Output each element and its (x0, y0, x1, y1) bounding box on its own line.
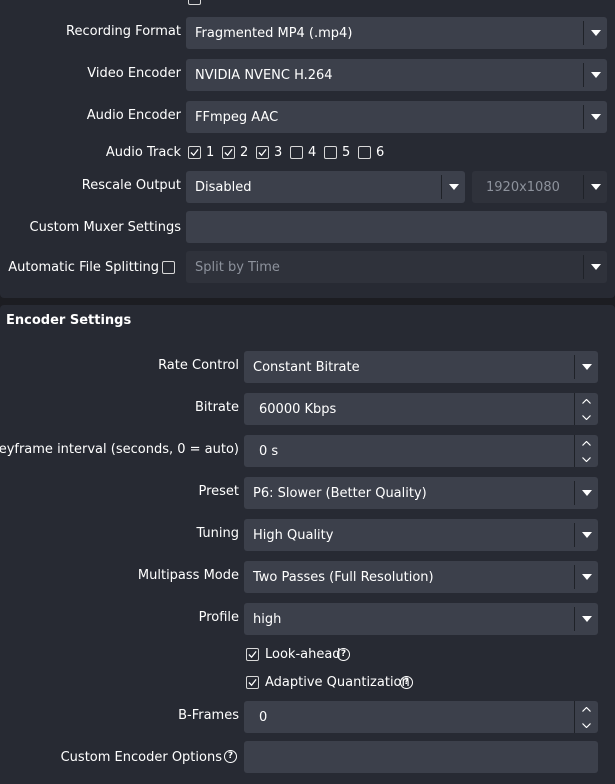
chevron-down-icon (583, 255, 607, 279)
multipass-mode-label: Multipass Mode (137, 568, 239, 583)
tuning-select[interactable]: High Quality (244, 519, 598, 551)
chevron-up-icon[interactable] (575, 701, 598, 717)
custom-encoder-options-label: Custom Encoder Options (60, 750, 222, 765)
b-frames-spinbox[interactable]: 0 (244, 701, 598, 733)
chevron-down-icon[interactable] (575, 409, 598, 425)
audio-track-4-label: 4 (308, 145, 317, 160)
chevron-down-icon (583, 105, 607, 129)
audio-track-1-checkbox[interactable] (188, 146, 201, 159)
video-encoder-select[interactable]: NVIDIA NVENC H.264 (186, 59, 607, 91)
custom-muxer-label: Custom Muxer Settings (29, 220, 181, 235)
adaptive-quantization-label: Adaptive Quantization (265, 675, 410, 690)
recording-format-value: Fragmented MP4 (.mp4) (195, 25, 353, 41)
audio-track-6-label: 6 (376, 145, 385, 160)
tuning-label: Tuning (196, 526, 239, 541)
file-splitting-checkbox[interactable] (162, 261, 175, 274)
tuning-value: High Quality (253, 527, 334, 543)
rescale-resolution-select[interactable]: 1920x1080 (472, 171, 607, 203)
chevron-down-icon[interactable] (575, 717, 598, 733)
chevron-down-icon (574, 355, 598, 379)
chevron-up-icon[interactable] (575, 393, 598, 409)
rescale-output-value: Disabled (195, 179, 252, 195)
chevron-down-icon (441, 175, 465, 199)
split-mode-select[interactable]: Split by Time (186, 251, 607, 283)
audio-track-3-label: 3 (274, 145, 283, 160)
help-icon[interactable]: ? (400, 676, 413, 689)
chevron-down-icon (574, 565, 598, 589)
preset-select[interactable]: P6: Slower (Better Quality) (244, 477, 598, 509)
look-ahead-label: Look-ahead (265, 647, 341, 662)
profile-value: high (253, 611, 282, 627)
video-encoder-label: Video Encoder (87, 66, 181, 81)
audio-encoder-select[interactable]: FFmpeg AAC (186, 101, 607, 133)
audio-track-5-checkbox[interactable] (324, 146, 337, 159)
video-encoder-value: NVIDIA NVENC H.264 (195, 67, 333, 83)
rate-control-select[interactable]: Constant Bitrate (244, 351, 598, 383)
b-frames-stepper[interactable] (574, 701, 598, 733)
chevron-down-icon (574, 607, 598, 631)
encoder-settings-heading: Encoder Settings (6, 313, 132, 328)
recording-format-select[interactable]: Fragmented MP4 (.mp4) (186, 17, 607, 49)
audio-encoder-value: FFmpeg AAC (195, 109, 279, 125)
audio-track-label: Audio Track (105, 145, 181, 160)
adaptive-quantization-checkbox[interactable] (246, 676, 259, 689)
audio-track-3-checkbox[interactable] (256, 146, 269, 159)
profile-select[interactable]: high (244, 603, 598, 635)
audio-track-2-checkbox[interactable] (222, 146, 235, 159)
custom-muxer-input[interactable] (186, 211, 607, 243)
rescale-output-label: Rescale Output (81, 178, 181, 193)
chevron-down-icon (583, 63, 607, 87)
preset-label: Preset (198, 484, 239, 499)
file-splitting-label: Automatic File Splitting (8, 260, 159, 275)
bitrate-stepper[interactable] (574, 393, 598, 425)
chevron-down-icon (583, 175, 607, 199)
profile-label: Profile (198, 610, 239, 625)
keyframe-interval-value: 0 s (259, 443, 279, 459)
rate-control-value: Constant Bitrate (253, 359, 360, 375)
audio-track-5-label: 5 (342, 145, 351, 160)
multipass-mode-select[interactable]: Two Passes (Full Resolution) (244, 561, 598, 593)
keyframe-stepper[interactable] (574, 435, 598, 467)
recording-format-label: Recording Format (66, 24, 181, 39)
audio-encoder-label: Audio Encoder (86, 108, 181, 123)
b-frames-value: 0 (259, 709, 268, 725)
audio-track-1-label: 1 (206, 145, 215, 160)
help-icon[interactable]: ? (224, 750, 237, 763)
custom-encoder-options-input[interactable] (244, 741, 598, 773)
split-mode-value: Split by Time (195, 259, 280, 275)
keyframe-interval-label: Keyframe interval (seconds, 0 = auto) (0, 442, 239, 457)
help-icon[interactable]: ? (337, 648, 350, 661)
rate-control-label: Rate Control (158, 358, 239, 373)
chevron-down-icon (574, 523, 598, 547)
bitrate-value: 60000 Kbps (259, 401, 337, 417)
preset-value: P6: Slower (Better Quality) (253, 485, 427, 501)
rescale-output-select[interactable]: Disabled (186, 171, 465, 203)
chevron-down-icon (574, 481, 598, 505)
look-ahead-checkbox[interactable] (246, 648, 259, 661)
chevron-down-icon[interactable] (575, 451, 598, 467)
audio-track-4-checkbox[interactable] (290, 146, 303, 159)
audio-track-6-checkbox[interactable] (358, 146, 371, 159)
audio-track-2-label: 2 (240, 145, 249, 160)
chevron-down-icon (583, 21, 607, 45)
clipped-checkbox[interactable] (188, 0, 201, 5)
bitrate-label: Bitrate (194, 400, 239, 415)
multipass-mode-value: Two Passes (Full Resolution) (253, 569, 434, 585)
bitrate-spinbox[interactable]: 60000 Kbps (244, 393, 598, 425)
b-frames-label: B-Frames (178, 708, 239, 723)
keyframe-interval-spinbox[interactable]: 0 s (244, 435, 598, 467)
chevron-up-icon[interactable] (575, 435, 598, 451)
